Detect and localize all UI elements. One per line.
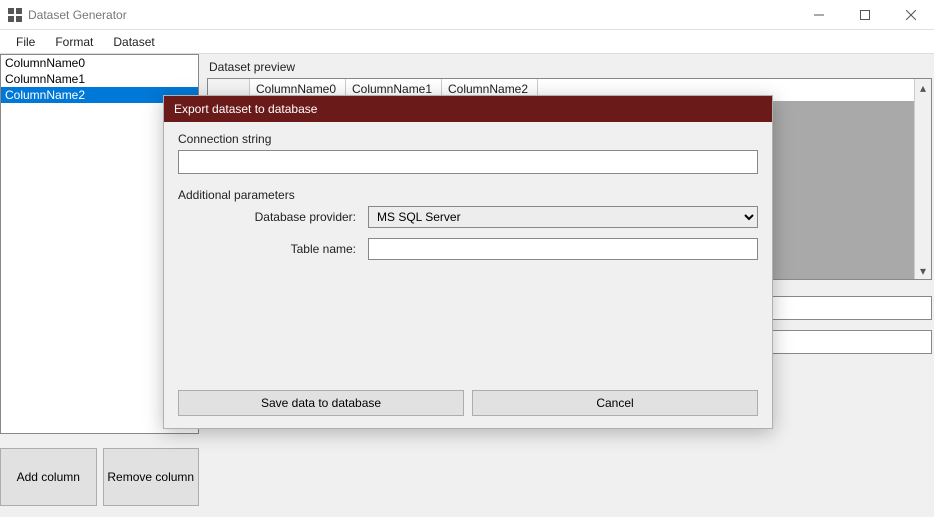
app-icon [8,8,22,22]
table-name-label: Table name: [178,242,368,256]
database-provider-label: Database provider: [178,210,368,224]
grid-scrollbar[interactable]: ▴ ▾ [914,79,931,279]
window-title: Dataset Generator [28,8,796,22]
menu-file[interactable]: File [6,31,45,53]
save-button[interactable]: Save data to database [178,390,464,416]
table-name-input[interactable] [368,238,758,260]
export-dialog: Export dataset to database Connection st… [163,95,773,429]
aux-input-1[interactable] [767,296,932,320]
dialog-body: Connection string Additional parameters … [164,122,772,390]
additional-params-label: Additional parameters [178,188,758,202]
column-buttons: Add column Remove column [0,448,203,506]
connection-string-label: Connection string [178,132,758,146]
preview-label: Dataset preview [207,58,932,78]
cancel-button[interactable]: Cancel [472,390,758,416]
remove-column-button[interactable]: Remove column [103,448,200,506]
database-provider-select[interactable]: MS SQL Server [368,206,758,228]
list-item[interactable]: ColumnName0 [1,55,198,71]
dialog-title: Export dataset to database [164,96,772,122]
add-column-button[interactable]: Add column [0,448,97,506]
minimize-button[interactable] [796,0,842,30]
menubar: File Format Dataset [0,30,934,54]
aux-input-2[interactable] [767,330,932,354]
scroll-down-icon[interactable]: ▾ [915,262,931,279]
window-controls [796,0,934,30]
titlebar: Dataset Generator [0,0,934,30]
menu-format[interactable]: Format [45,31,103,53]
dialog-buttons: Save data to database Cancel [164,390,772,428]
connection-string-input[interactable] [178,150,758,174]
menu-dataset[interactable]: Dataset [103,31,164,53]
list-item[interactable]: ColumnName1 [1,71,198,87]
close-button[interactable] [888,0,934,30]
maximize-button[interactable] [842,0,888,30]
scroll-up-icon[interactable]: ▴ [915,79,931,96]
